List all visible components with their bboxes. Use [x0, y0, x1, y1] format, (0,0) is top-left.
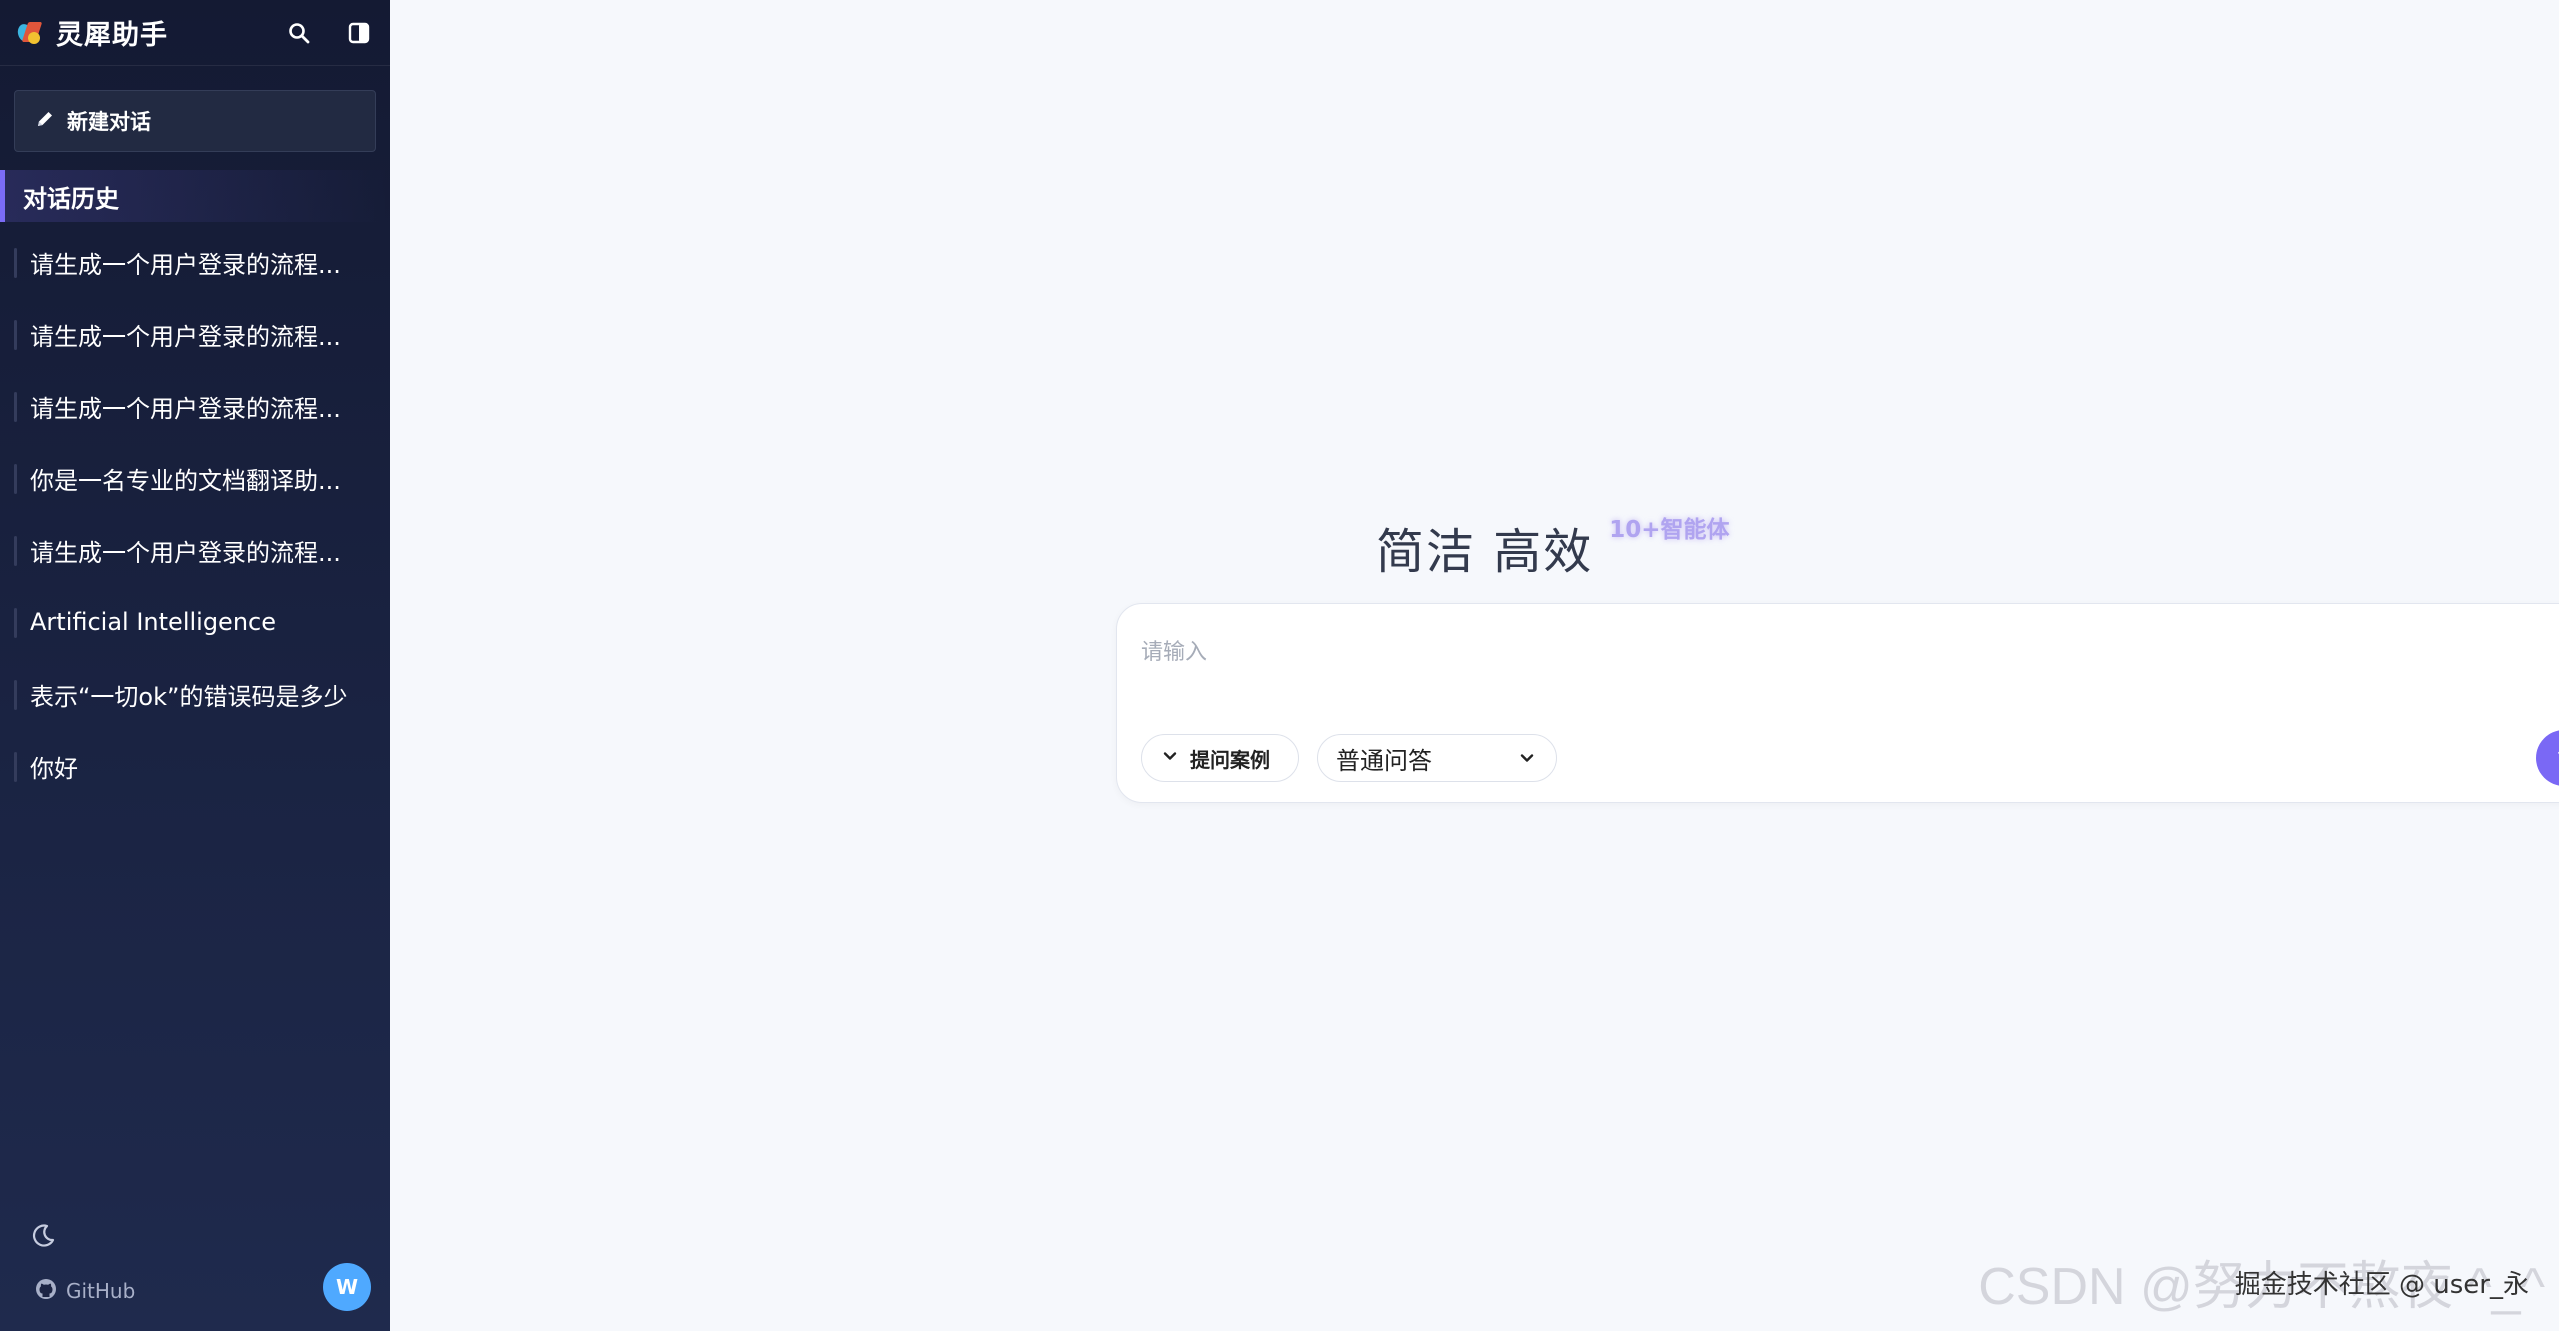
send-button[interactable]: ↑ [2536, 730, 2559, 786]
new-chat-label: 新建对话 [67, 110, 151, 134]
juejin-watermark: 掘金技术社区 @ user_永 [2234, 1270, 2529, 1300]
chevron-down-icon [1518, 749, 1536, 771]
history-list: 请生成一个用户登录的流程... 请生成一个用户登录的流程... 请生成一个用户登… [0, 226, 390, 802]
github-icon [34, 1277, 58, 1305]
history-item[interactable]: 表示“一切ok”的错误码是多少 [0, 658, 390, 730]
examples-label: 提问案例 [1190, 747, 1270, 772]
sidebar-footer: GitHub W [0, 1201, 390, 1331]
history-item[interactable]: 请生成一个用户登录的流程... [0, 514, 390, 586]
chevron-down-icon [1162, 748, 1178, 768]
hero-title: 简洁 高效 [1376, 524, 1594, 580]
sidebar-header: 灵犀助手 [0, 0, 390, 66]
main-area: 简洁 高效 10+智能体 提问案例 普通问答 ↑ CSDN @努力不熬夜 ^_^… [390, 0, 2559, 1331]
github-label: GitHub [66, 1279, 136, 1303]
github-link[interactable]: GitHub [34, 1277, 135, 1305]
history-item[interactable]: 请生成一个用户登录的流程... [0, 226, 390, 298]
sidebar: 灵犀助手 新建对话 对话历史 请生成一个用户登录的流程... 请生成一个用户登录… [0, 0, 390, 1331]
search-icon[interactable] [284, 18, 314, 48]
history-item[interactable]: Artificial Intelligence [0, 586, 390, 658]
mode-select-value: 普通问答 [1336, 746, 1432, 775]
pencil-icon [35, 109, 55, 133]
hero-badge: 10+智能体 [1609, 517, 1730, 543]
avatar[interactable]: W [323, 1263, 371, 1311]
app-title: 灵犀助手 [56, 20, 168, 51]
examples-button[interactable]: 提问案例 [1141, 734, 1299, 782]
history-item[interactable]: 请生成一个用户登录的流程... [0, 298, 390, 370]
sidebar-toggle-icon[interactable] [344, 18, 374, 48]
history-item[interactable]: 请生成一个用户登录的流程... [0, 370, 390, 442]
history-title: 对话历史 [0, 170, 390, 222]
moon-icon[interactable] [28, 1221, 58, 1251]
hero: 简洁 高效 10+智能体 [1376, 512, 1730, 582]
mode-select[interactable]: 普通问答 [1317, 734, 1557, 782]
app-logo [15, 20, 43, 46]
new-chat-button[interactable]: 新建对话 [14, 90, 376, 152]
prompt-input[interactable] [1141, 632, 2541, 672]
history-item[interactable]: 你是一名专业的文档翻译助... [0, 442, 390, 514]
history-item[interactable]: 你好 [0, 730, 390, 802]
chat-input-card: 提问案例 普通问答 ↑ [1116, 603, 2559, 803]
